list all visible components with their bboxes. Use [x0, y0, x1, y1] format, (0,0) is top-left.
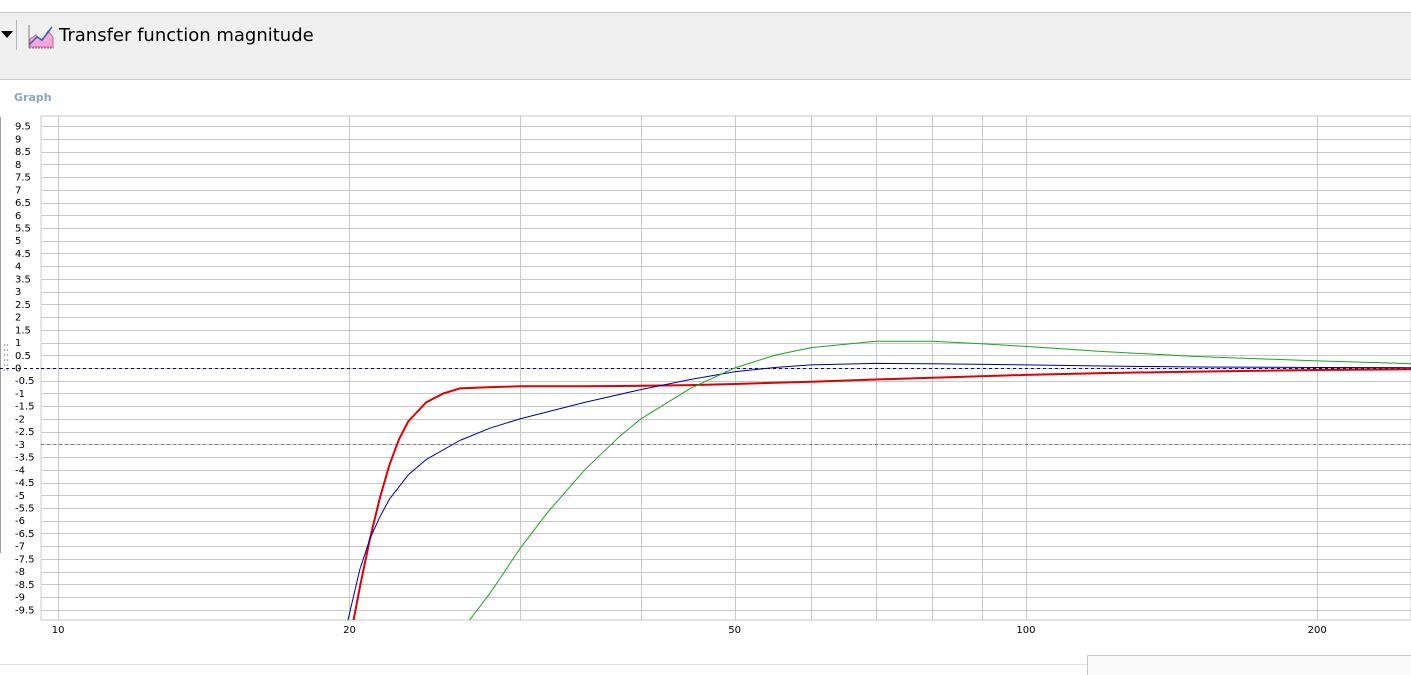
y-tick-label: 1.5	[15, 325, 31, 336]
y-tick-label: -1.5	[15, 402, 35, 413]
x-tick-label: 100	[1016, 625, 1035, 636]
y-tick-label: 5	[15, 236, 21, 247]
y-tick-label: -5.5	[15, 504, 35, 515]
y-tick-label: -8.5	[15, 580, 35, 591]
y-tick-label: 4	[15, 262, 21, 273]
y-tick-label: -4	[15, 465, 25, 476]
y-tick-label: 8.5	[15, 147, 31, 158]
y-tick-label: 3.5	[15, 274, 31, 285]
y-tick-label: 8	[15, 160, 21, 171]
y-tick-label: 0.5	[15, 351, 31, 362]
y-tick-label: 3	[15, 287, 21, 298]
y-tick-label: -7	[15, 542, 25, 553]
y-tick-label: 2.5	[15, 300, 31, 311]
y-tick-label: -3	[15, 440, 25, 451]
y-tick-label: -2.5	[15, 427, 35, 438]
y-tick-label: 7	[15, 185, 21, 196]
x-tick-label: 200	[1308, 625, 1327, 636]
y-tick-label: 9.5	[15, 122, 31, 133]
y-tick-label: -9	[15, 593, 25, 604]
x-tick-label: 50	[728, 625, 741, 636]
y-tick-label: 7.5	[15, 173, 31, 184]
y-tick-label: -5	[15, 491, 25, 502]
transfer-function-chart[interactable]: 9.59 8.5 8 7.57 6.5 6 5.55 4.5 43.5 3 2.5 21.5 1 0.5 0…	[0, 0, 1411, 640]
y-tick-label: -2	[15, 414, 25, 425]
bottom-divider	[0, 664, 1087, 665]
y-tick-label: 1	[15, 338, 21, 349]
y-tick-label: 9	[15, 134, 21, 145]
y-tick-label: -3.5	[15, 453, 35, 464]
y-tick-label: 0	[15, 364, 21, 375]
y-tick-label: 2	[15, 313, 21, 324]
y-tick-label: -6	[15, 516, 25, 527]
y-tick-label: 6	[15, 211, 21, 222]
y-tick-label: -6.5	[15, 529, 35, 540]
bottom-panel-tab[interactable]	[1087, 655, 1411, 675]
x-tick-label: 20	[343, 625, 356, 636]
x-tick-label: 10	[52, 625, 65, 636]
y-tick-label: -0.5	[15, 376, 35, 387]
y-tick-label: -9.5	[15, 605, 35, 616]
y-tick-label: 6.5	[15, 198, 31, 209]
y-tick-label: -7.5	[15, 554, 35, 565]
y-tick-label: -4.5	[15, 478, 35, 489]
y-tick-label: 5.5	[15, 224, 31, 235]
y-tick-label: -1	[15, 389, 25, 400]
y-tick-label: 4.5	[15, 249, 31, 260]
y-tick-label: -8	[15, 567, 25, 578]
